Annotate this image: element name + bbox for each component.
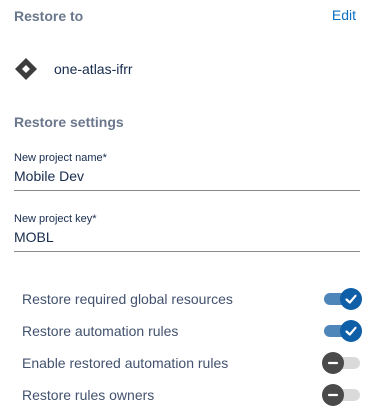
project-name-field: New project name* <box>14 152 360 191</box>
restore-to-title: Restore to <box>14 8 84 24</box>
toggle-row-enable-automation-rules: Enable restored automation rules <box>22 351 360 375</box>
toggle-knob <box>322 352 344 374</box>
project-name-label: New project name* <box>14 152 107 164</box>
project-key-field: New project key* <box>14 213 360 252</box>
restore-automation-rules-toggle[interactable] <box>324 320 362 342</box>
check-icon <box>345 326 357 336</box>
edit-link[interactable]: Edit <box>332 7 356 23</box>
minus-icon <box>327 393 339 397</box>
selected-site: one-atlas-ifrr <box>14 58 133 80</box>
toggle-row-automation-rules: Restore automation rules <box>22 319 362 343</box>
restore-settings-title: Restore settings <box>14 114 124 130</box>
toggle-knob <box>340 288 362 310</box>
diamond-icon <box>14 57 38 81</box>
toggle-knob <box>322 384 344 406</box>
toggle-label: Restore required global resources <box>22 291 233 307</box>
toggle-label: Restore rules owners <box>22 387 155 403</box>
enable-restored-automation-rules-toggle[interactable] <box>322 352 360 374</box>
toggle-label: Restore automation rules <box>22 323 179 339</box>
site-name: one-atlas-ifrr <box>54 61 133 77</box>
restore-global-resources-toggle[interactable] <box>324 288 362 310</box>
toggle-row-global-resources: Restore required global resources <box>22 287 362 311</box>
check-icon <box>345 294 357 304</box>
minus-icon <box>327 361 339 365</box>
project-key-input[interactable] <box>14 225 360 252</box>
project-key-label: New project key* <box>14 213 97 225</box>
restore-rules-owners-toggle[interactable] <box>322 384 360 406</box>
toggle-label: Enable restored automation rules <box>22 355 229 371</box>
toggle-row-rules-owners: Restore rules owners <box>22 383 360 407</box>
project-name-input[interactable] <box>14 164 360 191</box>
toggle-knob <box>340 320 362 342</box>
